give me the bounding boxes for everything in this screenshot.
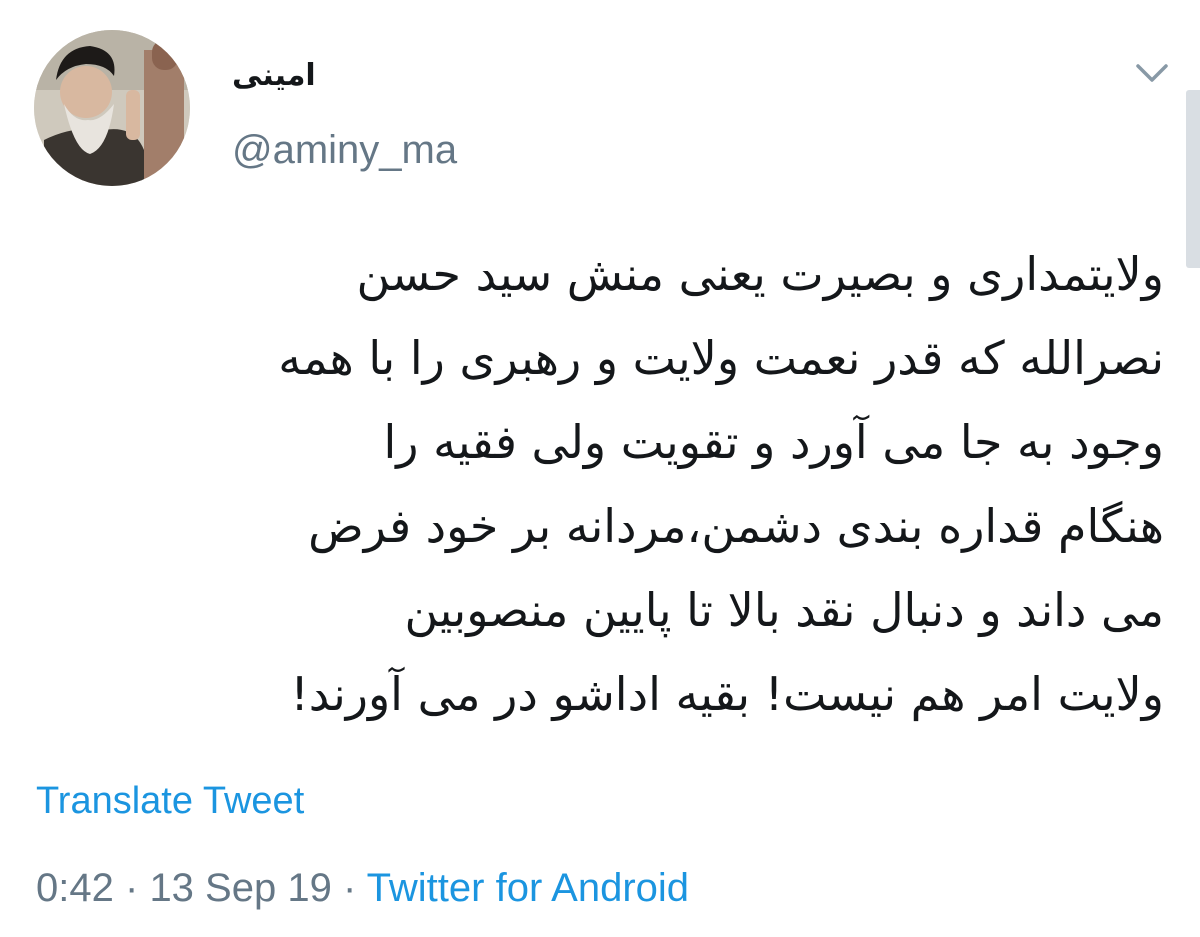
tweet-source-link[interactable]: Twitter for Android — [367, 866, 689, 910]
chevron-down-icon[interactable] — [1132, 58, 1172, 88]
tweet-meta: 0:42 · 13 Sep 19 · Twitter for Android — [36, 864, 689, 912]
tweet-text-line: ولایتمداری و بصیرت یعنی منش سید حسن — [356, 247, 1164, 301]
separator: · — [124, 866, 139, 910]
translate-tweet-link[interactable]: Translate Tweet — [36, 778, 304, 824]
tweet-text: ولایتمداری و بصیرت یعنی منش سید حسن نصرا… — [36, 232, 1164, 736]
user-handle[interactable]: @aminy_ma — [232, 126, 457, 174]
tweet-time[interactable]: 0:42 — [36, 866, 114, 910]
avatar-photo — [34, 30, 190, 186]
separator: · — [342, 866, 357, 910]
display-name[interactable]: امینی — [232, 56, 316, 96]
tweet-text-line: ولایت امر هم نیست! بقیه اداشو در می آورن… — [290, 667, 1164, 721]
tweet-text-line: نصرالله که قدر نعمت ولایت و رهبری را با … — [278, 331, 1164, 385]
tweet-text-line: هنگام قداره بندی دشمن،مردانه بر خود فرض — [308, 499, 1164, 553]
tweet-text-line: وجود به جا می آورد و تقویت ولی فقیه را — [383, 415, 1164, 469]
scrollbar[interactable] — [1186, 90, 1200, 268]
tweet-text-line: می داند و دنبال نقد بالا تا پایین منصوبی… — [404, 583, 1164, 637]
avatar[interactable] — [34, 30, 190, 186]
tweet-date[interactable]: 13 Sep 19 — [149, 866, 331, 910]
